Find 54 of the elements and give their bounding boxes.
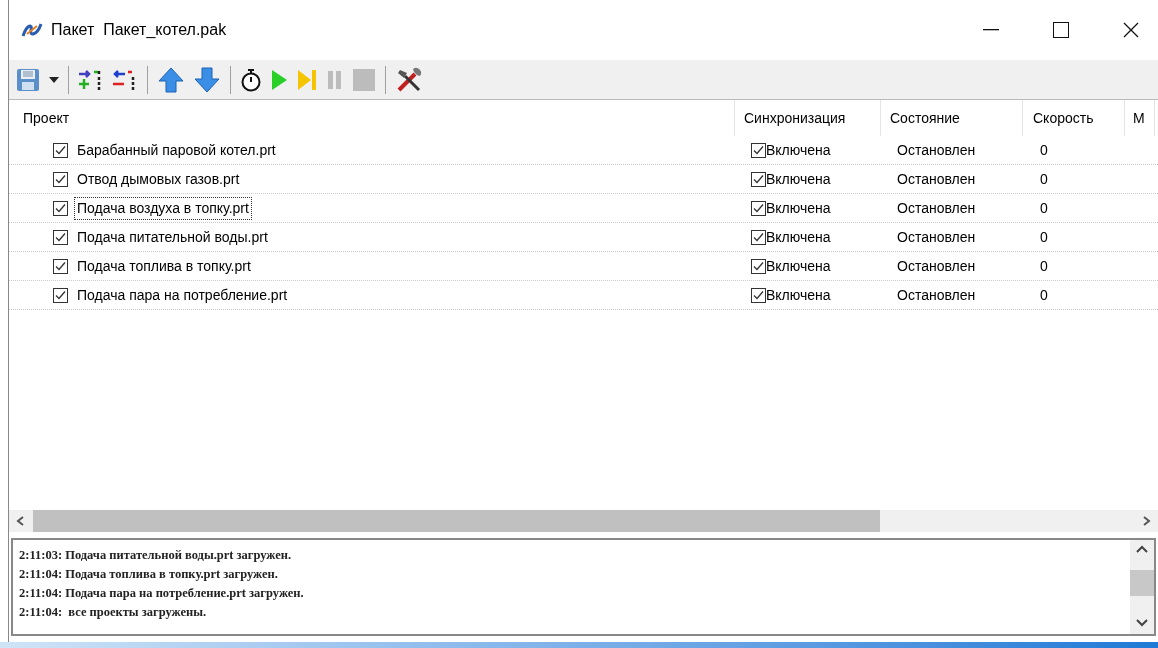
speed-cell: 0 xyxy=(1040,286,1048,303)
sync-status: Включена xyxy=(766,169,831,189)
checkbox[interactable] xyxy=(751,287,766,303)
window-title: Пакет Пакет_котел.pak xyxy=(51,20,227,40)
state-cell: Остановлен xyxy=(897,257,976,274)
state-cell: Остановлен xyxy=(897,286,976,303)
horizontal-scrollbar[interactable] xyxy=(9,510,1158,532)
checkbox[interactable] xyxy=(751,171,766,187)
maximize-icon xyxy=(1053,22,1069,38)
column-header[interactable]: Синхронизация xyxy=(735,100,881,136)
state-cell: Остановлен xyxy=(897,141,976,158)
speed-cell: 0 xyxy=(1040,170,1048,187)
log-line: 2:11:04: Подача пара на потребление.prt загружен. xyxy=(19,585,305,602)
state-cell: Остановлен xyxy=(897,170,976,187)
log-line: 2:11:03: Подача питательной воды.prt загружен. xyxy=(19,547,293,564)
scrollbar-thumb[interactable] xyxy=(33,510,880,532)
checkbox[interactable] xyxy=(751,142,766,158)
checkbox[interactable] xyxy=(751,229,766,245)
sync-status: Включена xyxy=(766,140,831,160)
speed-cell: 0 xyxy=(1040,257,1048,274)
column-header[interactable]: Скорость xyxy=(1023,100,1125,136)
checkbox[interactable] xyxy=(751,200,766,216)
project-name[interactable]: Барабанный паровой котел.prt xyxy=(75,139,278,161)
sync-status: Включена xyxy=(766,227,831,247)
project-name[interactable]: Подача топлива в топку.prt xyxy=(75,255,253,277)
column-header[interactable]: Состояние xyxy=(881,100,1023,136)
state-cell: Остановлен xyxy=(897,228,976,245)
close-icon xyxy=(1123,22,1139,38)
column-header[interactable]: М xyxy=(1125,100,1155,136)
checkbox[interactable] xyxy=(53,200,68,216)
speed-cell: 0 xyxy=(1040,141,1048,158)
sync-status: Включена xyxy=(766,285,831,305)
speed-cell: 0 xyxy=(1040,228,1048,245)
vertical-scrollbar[interactable] xyxy=(1130,540,1154,634)
checkbox[interactable] xyxy=(53,258,68,274)
checkbox[interactable] xyxy=(53,229,68,245)
checkbox[interactable] xyxy=(751,258,766,274)
log-line: 2:11:04: все проекты загружены. xyxy=(19,604,208,621)
sync-status: Включена xyxy=(766,256,831,276)
checkbox[interactable] xyxy=(53,142,68,158)
checkbox[interactable] xyxy=(53,171,68,187)
checkbox[interactable] xyxy=(53,287,68,303)
project-name[interactable]: Подача пара на потребление.prt xyxy=(75,284,290,306)
column-header[interactable]: Проект xyxy=(9,100,735,136)
scrollbar-thumb[interactable] xyxy=(1130,570,1154,596)
sync-status: Включена xyxy=(766,198,831,218)
log-line: 2:11:04: Подача топлива в топку.prt загружен. xyxy=(19,566,279,583)
project-name[interactable]: Отвод дымовых газов.prt xyxy=(75,168,242,190)
project-name[interactable]: Подача воздуха в топку.prt xyxy=(75,197,251,219)
project-name[interactable]: Подача питательной воды.prt xyxy=(75,226,270,248)
app-logo-icon xyxy=(21,22,43,38)
minimize-icon xyxy=(983,29,999,31)
state-cell: Остановлен xyxy=(897,199,976,216)
speed-cell: 0 xyxy=(1040,199,1048,216)
